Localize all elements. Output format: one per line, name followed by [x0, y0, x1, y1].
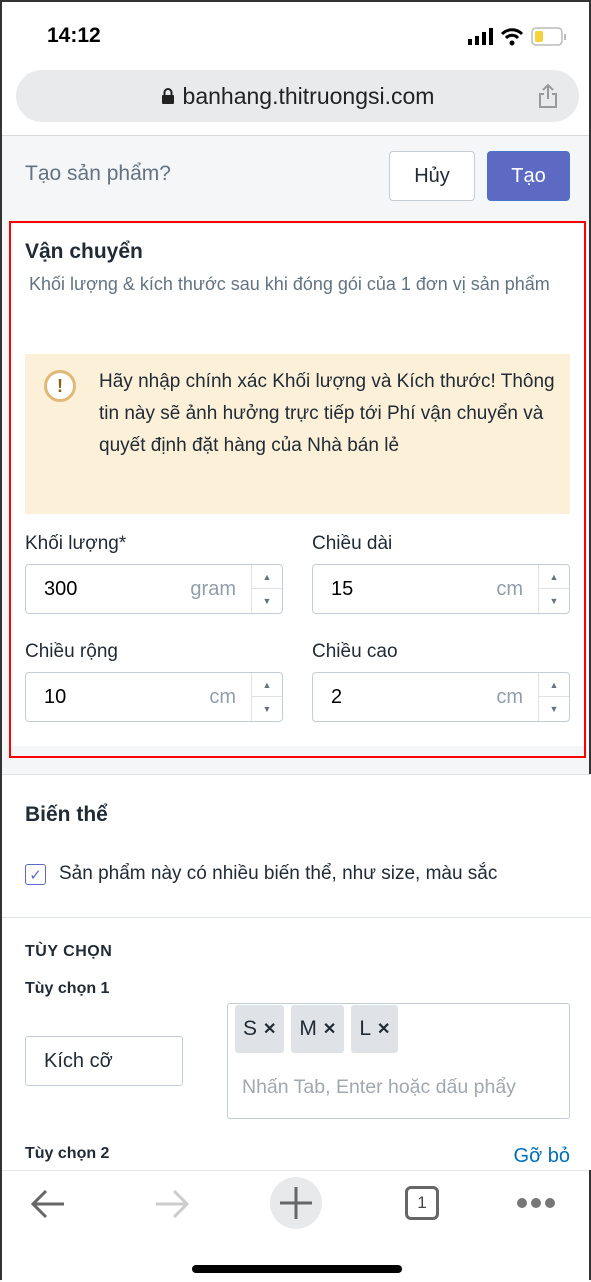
divider	[2, 917, 591, 918]
tag-l: L ✕	[351, 1005, 399, 1053]
tag-m: M ✕	[291, 1005, 345, 1053]
battery-icon	[531, 27, 566, 46]
new-tab-button[interactable]	[270, 1177, 322, 1229]
remove-tag-icon[interactable]: ✕	[377, 1019, 390, 1039]
status-time: 14:12	[47, 24, 101, 47]
signal-icon	[468, 28, 493, 45]
tag-label: M	[299, 1017, 317, 1040]
back-icon[interactable]	[30, 1187, 66, 1221]
remove-tag-icon[interactable]: ✕	[263, 1019, 276, 1039]
lock-icon	[161, 88, 174, 104]
share-icon[interactable]	[537, 83, 559, 109]
variants-title: Biến thể	[25, 803, 108, 826]
home-indicator	[192, 1265, 402, 1273]
cancel-button[interactable]: Hủy	[389, 151, 475, 201]
option1-tags-input[interactable]: S ✕ M ✕ L ✕ Nhấn Tab, Enter hoặc dấu phẩy	[227, 1003, 570, 1119]
page-title: Tạo sản phẩm?	[25, 162, 171, 185]
forward-icon[interactable]	[154, 1187, 190, 1221]
option1-name-input[interactable]: Kích cỡ	[25, 1036, 183, 1086]
option1-label: Tùy chọn 1	[25, 980, 110, 997]
wifi-icon	[500, 28, 524, 46]
option2-label: Tùy chọn 2	[25, 1145, 110, 1162]
more-icon[interactable]	[516, 1196, 556, 1210]
tag-label: S	[243, 1017, 258, 1040]
tabs-button[interactable]: 1	[405, 1186, 439, 1220]
tags-placeholder: Nhấn Tab, Enter hoặc dấu phẩy	[242, 1076, 516, 1098]
options-heading: TÙY CHỌN	[25, 943, 113, 960]
remove-option-link[interactable]: Gỡ bỏ	[514, 1145, 570, 1168]
remove-tag-icon[interactable]: ✕	[323, 1019, 336, 1039]
tab-count: 1	[417, 1193, 427, 1212]
browser-toolbar: 1	[2, 1170, 589, 1282]
create-button[interactable]: Tạo	[487, 151, 570, 201]
tag-s: S ✕	[235, 1005, 285, 1053]
variants-checkbox-label: Sản phẩm này có nhiều biến thể, như size…	[59, 863, 498, 884]
status-bar: 14:12	[2, 2, 589, 64]
highlight-box	[9, 221, 586, 758]
address-bar[interactable]: banhang.thitruongsi.com	[16, 70, 579, 122]
tag-label: L	[359, 1017, 372, 1040]
option1-name-value: Kích cỡ	[44, 1050, 113, 1072]
url-text: banhang.thitruongsi.com	[182, 82, 435, 109]
variants-checkbox[interactable]: ✓	[25, 864, 46, 885]
plus-icon	[280, 1187, 312, 1219]
